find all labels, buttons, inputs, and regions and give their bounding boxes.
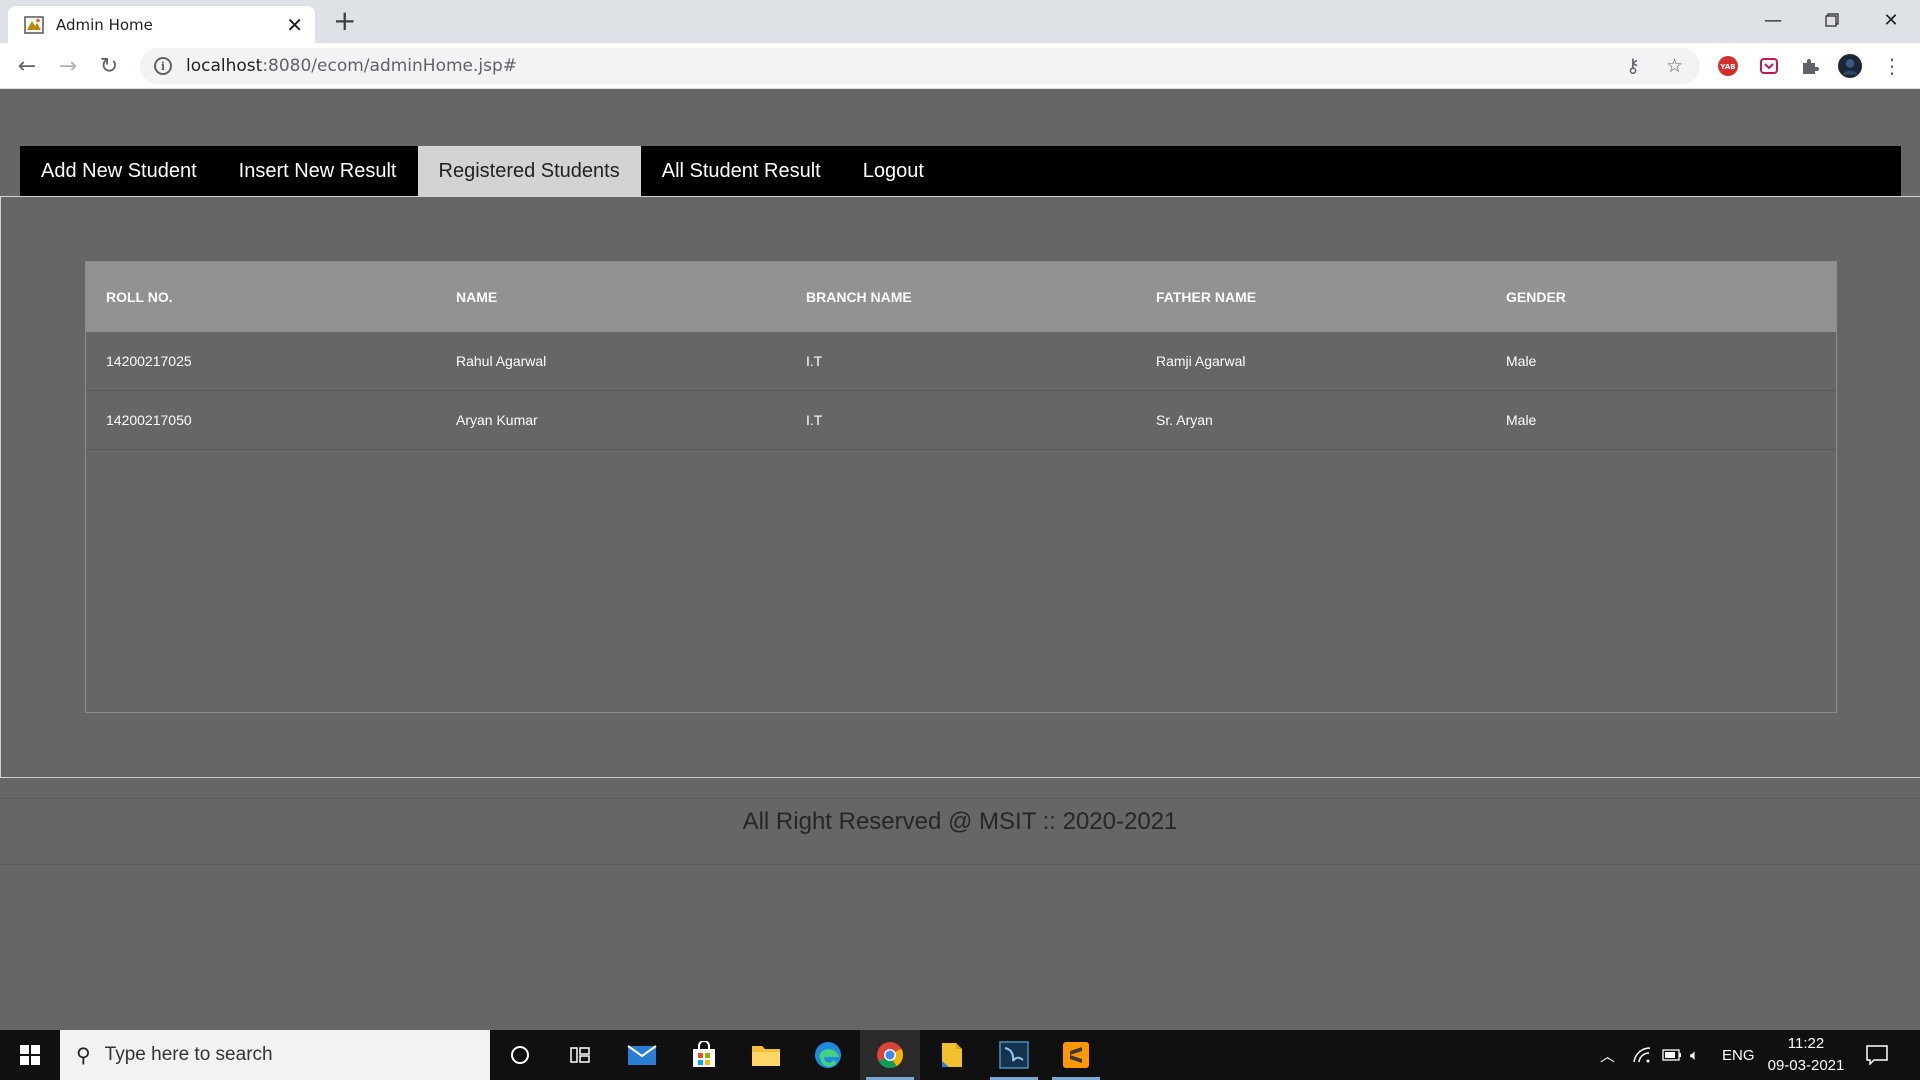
column-header-name: NAME: [456, 289, 498, 305]
clock-date: 09-03-2021: [1767, 1057, 1845, 1074]
pocket-extension-icon[interactable]: [1757, 54, 1781, 78]
avatar[interactable]: [1838, 54, 1862, 78]
minimize-icon[interactable]: —: [1744, 0, 1802, 40]
cell-branch-name: I.T: [806, 412, 823, 428]
notes-app-icon[interactable]: [922, 1030, 982, 1080]
windows-taskbar: ⚲ Type here to search ︿ 🔈︎ ENG 11:22 09-…: [0, 1030, 1920, 1080]
mail-icon[interactable]: [612, 1030, 672, 1080]
windows-start-icon[interactable]: [0, 1030, 60, 1080]
clock-time: 11:22: [1787, 1035, 1825, 1052]
menu-item-logout[interactable]: Logout: [842, 146, 945, 196]
puzzle-icon[interactable]: [1798, 54, 1822, 78]
footer-divider-bottom: [0, 864, 1920, 865]
yab-extension-icon[interactable]: YAB: [1716, 54, 1740, 78]
menu-item-insert-new-result[interactable]: Insert New Result: [218, 146, 418, 196]
kebab-menu-icon[interactable]: ⋮: [1880, 54, 1904, 78]
search-icon: ⚲: [76, 1043, 91, 1067]
restore-icon[interactable]: [1803, 0, 1861, 40]
cell-name: Rahul Agarwal: [456, 353, 547, 369]
page-body: Add New Student Insert New Result Regist…: [0, 90, 1920, 1030]
browser-toolbar: ← → ↻ i localhost:8080/ecom/adminHome.js…: [0, 43, 1920, 89]
search-placeholder: Type here to search: [104, 1044, 273, 1065]
battery-icon[interactable]: [1662, 1030, 1682, 1080]
show-hidden-icons[interactable]: ︿: [1600, 1030, 1615, 1080]
system-clock[interactable]: 11:22 09-03-2021: [1758, 1033, 1854, 1077]
cell-branch-name: I.T: [806, 353, 823, 369]
language-indicator[interactable]: ENG: [1722, 1030, 1755, 1080]
store-icon[interactable]: [674, 1030, 734, 1080]
cell-gender: Male: [1506, 412, 1537, 428]
browser-tab[interactable]: Admin Home ✕: [8, 6, 315, 43]
students-table: ROLL NO. NAME BRANCH NAME FATHER NAME GE…: [85, 261, 1837, 713]
notifications-icon[interactable]: [1866, 1030, 1888, 1080]
address-bar[interactable]: i localhost:8080/ecom/adminHome.jsp#: [140, 48, 1700, 84]
menu-item-add-new-student[interactable]: Add New Student: [20, 146, 218, 196]
cortana-icon[interactable]: [490, 1030, 550, 1080]
url-text: localhost:8080/ecom/adminHome.jsp#: [186, 56, 518, 76]
file-explorer-icon[interactable]: [736, 1030, 796, 1080]
back-icon[interactable]: ←: [12, 51, 42, 81]
menu-item-all-student-result[interactable]: All Student Result: [641, 146, 842, 196]
cell-roll-no: 14200217050: [106, 412, 192, 428]
volume-icon[interactable]: 🔈︎: [1690, 1030, 1699, 1080]
cell-father-name: Sr. Aryan: [1156, 412, 1213, 428]
forward-icon[interactable]: →: [53, 51, 83, 81]
footer-text: All Right Reserved @ MSIT :: 2020-2021: [742, 808, 1178, 835]
site-favicon-icon: [24, 15, 44, 34]
column-header-gender: GENDER: [1506, 289, 1566, 305]
cell-father-name: Ramji Agarwal: [1156, 353, 1246, 369]
wifi-icon[interactable]: [1633, 1030, 1651, 1080]
admin-menubar: Add New Student Insert New Result Regist…: [20, 146, 1901, 196]
footer-divider-top: [0, 798, 1920, 799]
column-header-father-name: FATHER NAME: [1156, 289, 1257, 305]
close-tab-icon[interactable]: ✕: [286, 15, 303, 35]
new-tab-button[interactable]: +: [333, 7, 356, 35]
close-window-icon[interactable]: ✕: [1862, 0, 1920, 40]
site-info-icon[interactable]: i: [154, 57, 172, 75]
star-icon[interactable]: ☆: [1666, 55, 1683, 77]
table-row: 14200217050 Aryan Kumar I.T Sr. Aryan Ma…: [86, 391, 1836, 450]
workbench-app-icon[interactable]: [984, 1030, 1044, 1080]
task-view-icon[interactable]: [550, 1030, 610, 1080]
table-header: ROLL NO. NAME BRANCH NAME FATHER NAME GE…: [86, 262, 1836, 332]
sublime-text-icon[interactable]: [1046, 1030, 1106, 1080]
cell-name: Aryan Kumar: [456, 412, 538, 428]
browser-tabstrip: Admin Home ✕ + — ✕: [0, 0, 1920, 43]
column-header-roll-no: ROLL NO.: [106, 289, 173, 305]
column-header-branch-name: BRANCH NAME: [806, 289, 912, 305]
cell-roll-no: 14200217025: [106, 353, 192, 369]
taskbar-search-box[interactable]: ⚲ Type here to search: [60, 1030, 490, 1080]
menu-item-registered-students[interactable]: Registered Students: [417, 146, 641, 196]
table-row: 14200217025 Rahul Agarwal I.T Ramji Agar…: [86, 332, 1836, 391]
edge-icon[interactable]: [798, 1030, 858, 1080]
content-panel: ROLL NO. NAME BRANCH NAME FATHER NAME GE…: [0, 196, 1920, 778]
svg-text:YAB: YAB: [1719, 63, 1735, 71]
reload-icon[interactable]: ↻: [94, 51, 124, 81]
key-icon[interactable]: ⚷: [1626, 55, 1640, 77]
cell-gender: Male: [1506, 353, 1537, 369]
chrome-icon[interactable]: [860, 1030, 920, 1080]
tab-title: Admin Home: [56, 15, 153, 34]
